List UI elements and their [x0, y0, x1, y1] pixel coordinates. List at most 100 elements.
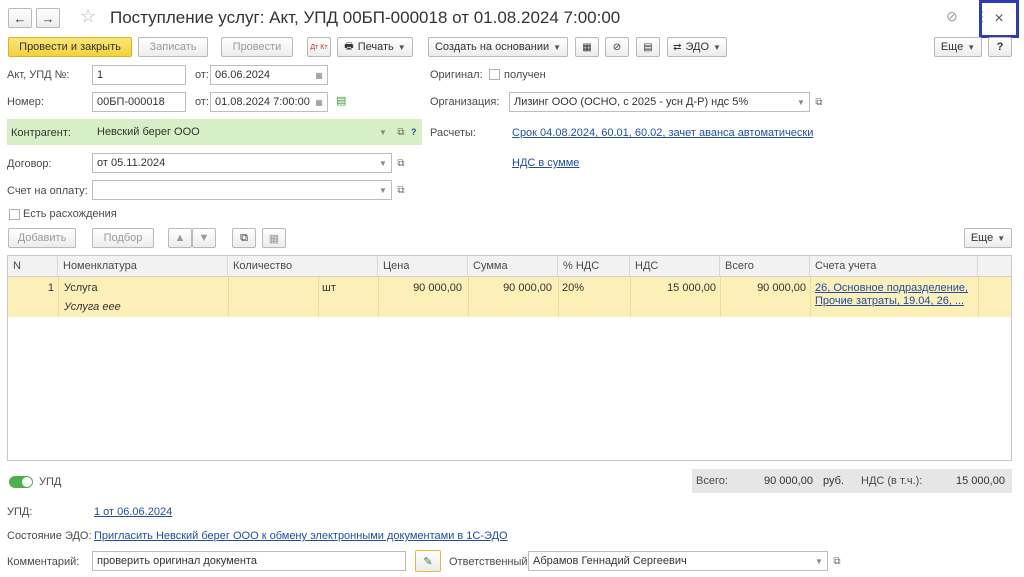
report-button[interactable]: ▤: [636, 37, 660, 57]
chevron-down-icon[interactable]: ▼: [375, 154, 391, 172]
favorite-star-icon[interactable]: ☆: [80, 6, 96, 27]
dtkt-button[interactable]: Дт Кт: [307, 37, 331, 57]
link-icon[interactable]: ⊘: [946, 8, 958, 25]
act-date-field[interactable]: 06.06.2024 ▦: [210, 65, 328, 85]
organization-value: Лизинг ООО (ОСНО, с 2025 - усн Д-Р) ндс …: [514, 96, 749, 108]
cell-vat[interactable]: 15 000,00: [632, 282, 716, 294]
edo-invite-link[interactable]: Пригласить Невский берег ООО к обмену эл…: [94, 530, 508, 542]
row-divider: [378, 277, 379, 317]
col-vat[interactable]: НДС: [630, 256, 720, 277]
discrepancy-checkbox[interactable]: [9, 209, 20, 220]
move-up-button[interactable]: ▲: [168, 228, 192, 248]
cell-unit[interactable]: шт: [322, 282, 336, 294]
attach-button[interactable]: ⊘: [605, 37, 629, 57]
post-button[interactable]: Провести: [221, 37, 293, 57]
col-price[interactable]: Цена: [378, 256, 468, 277]
original-label: Оригинал:: [430, 69, 483, 81]
chevron-down-icon[interactable]: ▼: [375, 123, 391, 141]
row-divider: [810, 277, 811, 317]
contractor-value: Невский берег ООО: [97, 126, 200, 138]
create-based-on-button[interactable]: Создать на основании ▼: [428, 37, 568, 57]
save-button[interactable]: Записать: [138, 37, 208, 57]
upd-link[interactable]: 1 от 06.06.2024: [94, 506, 172, 518]
upd-toggle[interactable]: [9, 476, 33, 488]
open-organization-icon[interactable]: ⧉: [811, 93, 827, 111]
number-label: Номер:: [7, 96, 44, 108]
post-and-close-button[interactable]: Провести и закрыть: [8, 37, 132, 57]
more-button[interactable]: Еще ▼: [934, 37, 982, 57]
vat-in-sum-link[interactable]: НДС в сумме: [512, 157, 579, 169]
chevron-down-icon[interactable]: ▼: [375, 181, 391, 199]
act-number-field[interactable]: 1: [92, 65, 186, 85]
col-sum[interactable]: Сумма: [468, 256, 558, 277]
close-button[interactable]: ×: [979, 0, 1019, 38]
cell-total[interactable]: 90 000,00: [722, 282, 806, 294]
move-down-button[interactable]: ▼: [192, 228, 216, 248]
create-based-label: Создать на основании: [434, 41, 550, 53]
col-total[interactable]: Всего: [720, 256, 810, 277]
back-button[interactable]: ←: [8, 8, 32, 28]
col-accounts[interactable]: Счета учета: [810, 256, 978, 277]
open-invoice-icon[interactable]: ⧉: [393, 181, 409, 199]
cell-accounts-link-2[interactable]: Прочие затраты, 19.04, 26, ...: [815, 295, 964, 307]
col-n[interactable]: N: [8, 256, 58, 277]
numbering-icon[interactable]: ▤: [336, 94, 346, 107]
chevron-down-icon: ▼: [713, 42, 721, 52]
printer-icon: 🖶: [344, 40, 354, 52]
contractor-help-icon[interactable]: ?: [411, 127, 417, 137]
number-date-field[interactable]: 01.08.2024 7:00:00 ▦: [210, 92, 328, 112]
open-responsible-icon[interactable]: ⧉: [829, 552, 845, 570]
number-field[interactable]: 00БП-000018: [92, 92, 186, 112]
edit-comment-button[interactable]: ✎: [415, 550, 441, 572]
row-divider: [720, 277, 721, 317]
pick-button[interactable]: Подбор: [92, 228, 154, 248]
structure-button[interactable]: ▦: [575, 37, 599, 57]
calendar-icon[interactable]: ▦: [311, 66, 327, 84]
calendar-icon[interactable]: ▦: [311, 93, 327, 111]
arrow-up-icon: ▲: [174, 232, 186, 244]
chevron-down-icon[interactable]: ▼: [811, 552, 827, 570]
contractor-field[interactable]: Невский берег ООО ▼: [92, 122, 392, 142]
cell-item[interactable]: Услуга: [64, 282, 98, 294]
close-icon: ×: [994, 10, 1004, 27]
table-more-button[interactable]: Еще ▼: [964, 228, 1012, 248]
responsible-field[interactable]: Абрамов Геннадий Сергеевич ▼: [528, 551, 828, 571]
cell-price[interactable]: 90 000,00: [380, 282, 462, 294]
forward-button[interactable]: →: [36, 8, 60, 28]
cell-vat-rate[interactable]: 20%: [562, 282, 584, 294]
cell-sum[interactable]: 90 000,00: [470, 282, 552, 294]
contractor-label: Контрагент:: [11, 127, 71, 139]
services-table[interactable]: N Номенклатура Количество Цена Сумма % Н…: [7, 255, 1012, 461]
copy-row-button[interactable]: ⧉: [232, 228, 256, 248]
table-more-label: Еще: [970, 232, 994, 244]
col-quantity[interactable]: Количество: [228, 256, 378, 277]
row-divider: [978, 277, 979, 317]
open-contractor-icon[interactable]: ⧉: [393, 123, 409, 141]
original-checkbox[interactable]: [489, 69, 500, 80]
organization-field[interactable]: Лизинг ООО (ОСНО, с 2025 - усн Д-Р) ндс …: [509, 92, 810, 112]
col-item[interactable]: Номенклатура: [58, 256, 228, 277]
contract-label: Договор:: [7, 158, 52, 170]
help-button[interactable]: ?: [988, 37, 1012, 57]
add-row-button[interactable]: Добавить: [8, 228, 76, 248]
contract-field[interactable]: от 05.11.2024 ▼: [92, 153, 392, 173]
edo-icon: ⇄: [673, 41, 682, 53]
chevron-down-icon[interactable]: ▼: [793, 93, 809, 111]
copy-icon: ⧉: [240, 231, 248, 244]
table-row[interactable]: 1 Услуга Услуга еее шт 90 000,00 90 000,…: [8, 277, 1011, 317]
more-label: Еще: [940, 41, 964, 53]
number-date-value: 01.08.2024 7:00:00: [215, 96, 310, 108]
open-contract-icon[interactable]: ⧉: [393, 154, 409, 172]
print-button[interactable]: 🖶 Печать ▼: [337, 37, 413, 57]
settlements-link[interactable]: Срок 04.08.2024, 60.01, 60.02, зачет ава…: [512, 127, 813, 139]
col-vat-rate[interactable]: % НДС: [558, 256, 630, 277]
pencil-icon: ✎: [423, 555, 433, 568]
grid-settings-button[interactable]: ▦: [262, 228, 286, 248]
cell-accounts-link[interactable]: 26, Основное подразделение,: [815, 282, 968, 294]
edo-button[interactable]: ⇄ ЭДО ▼: [667, 37, 727, 57]
comment-field[interactable]: проверить оригинал документа: [92, 551, 406, 571]
totals-bar: Всего: 90 000,00 руб. НДС (в т.ч.): 15 0…: [692, 469, 1012, 493]
print-label: Печать: [357, 41, 394, 53]
act-number-label: Акт, УПД №:: [7, 69, 70, 81]
invoice-field[interactable]: ▼: [92, 180, 392, 200]
